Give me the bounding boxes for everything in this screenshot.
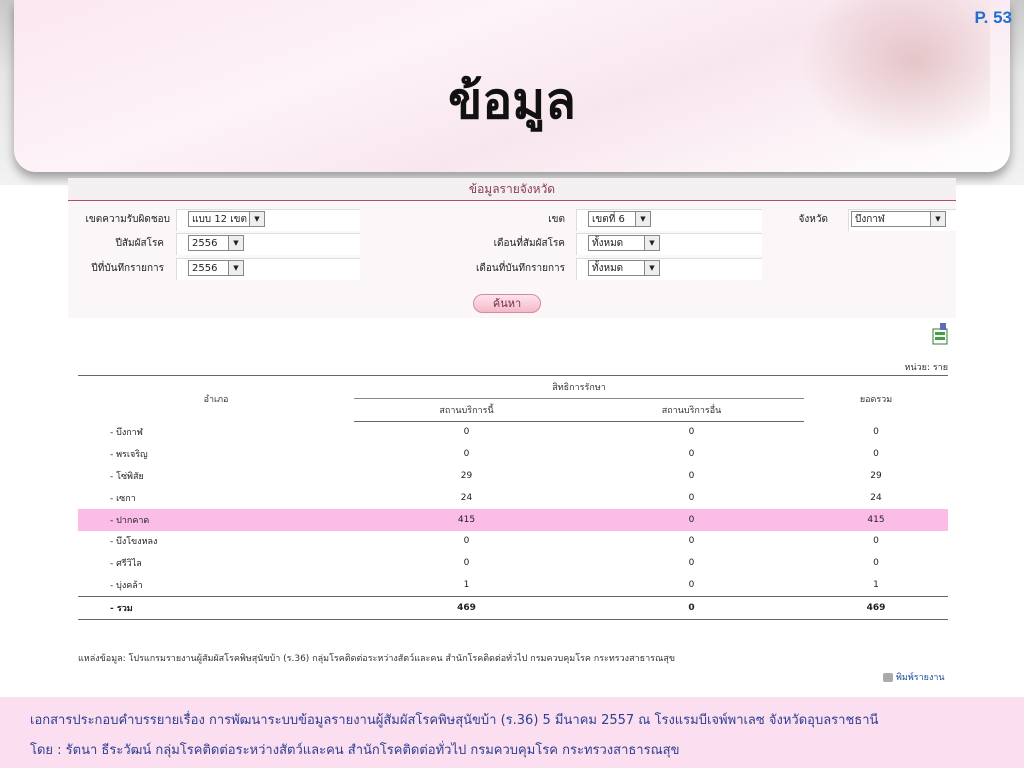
chevron-down-icon: ▼: [228, 261, 243, 275]
chevron-down-icon: ▼: [249, 212, 264, 226]
form-row-1: เขตความรับผิดชอบ แบบ 12 เขต ▼ เขต เขตที่ …: [68, 209, 956, 231]
table-row: - บึงกาฬ 0 0 0: [78, 421, 948, 443]
total-label: - รวม: [78, 595, 354, 620]
zone-resp-select[interactable]: แบบ 12 เขต ▼: [188, 211, 265, 227]
this-facility-count: 415: [354, 508, 579, 531]
other-facility-count: 0: [688, 580, 695, 591]
table-row: - พรเจริญ 0 0 0: [78, 443, 948, 465]
record-year-select[interactable]: 2556 ▼: [188, 260, 244, 276]
col-header-total: ยอดรวม: [859, 394, 893, 405]
footer-band: เอกสารประกอบคำบรรยายเรื่อง การพัฒนาระบบข…: [0, 697, 1024, 768]
chevron-down-icon: ▼: [228, 236, 243, 250]
unit-label: หน่วย: ราย: [904, 363, 948, 373]
record-year-value: 2556: [192, 263, 218, 274]
footer-line-1: เอกสารประกอบคำบรรยายเรื่อง การพัฒนาระบบข…: [30, 713, 879, 728]
this-facility-count: 0: [463, 449, 470, 460]
zone-value: เขตที่ 6: [592, 214, 625, 225]
data-table: อำเภอ สิทธิการรักษา ยอดรวม สถานบริการนี้…: [78, 375, 948, 620]
this-facility-count: 0: [463, 536, 470, 547]
record-year-label: ปีที่บันทึกรายการ: [91, 263, 164, 274]
print-report-label: พิมพ์รายงาน: [896, 673, 945, 683]
chevron-down-icon: ▼: [644, 261, 659, 275]
total-count: 415: [804, 508, 948, 531]
total-count: 0: [873, 427, 879, 438]
this-facility-count: 29: [460, 471, 473, 482]
chevron-down-icon: ▼: [635, 212, 650, 226]
exposure-year-value: 2556: [192, 238, 218, 249]
excel-export-icon[interactable]: [931, 323, 949, 345]
exposure-month-value: ทั้งหมด: [592, 238, 624, 249]
page-title: ข้อมูล: [448, 72, 576, 130]
table-row: - บึงโขงหลง 0 0 0: [78, 531, 948, 553]
other-facility-count: 0: [688, 427, 695, 438]
district-name: - เซกา: [110, 493, 136, 504]
total-count: 0: [873, 536, 879, 547]
district-name: - บึงโขงหลง: [110, 537, 158, 548]
table-row: - เซกา 24 0 24: [78, 487, 948, 509]
other-facility-count: 0: [688, 492, 695, 503]
col-header-district: อำเภอ: [203, 394, 229, 405]
province-value: บึงกาฬ: [855, 214, 885, 225]
other-facility-count: 0: [688, 471, 695, 482]
other-facility-count: 0: [579, 508, 804, 531]
zone-label: เขต: [548, 214, 565, 225]
total-count: 1: [873, 580, 879, 591]
total-count: 0: [873, 558, 879, 569]
other-facility-count: 0: [688, 558, 695, 569]
exposure-month-label: เดือนที่สัมผัสโรค: [493, 238, 565, 249]
district-name: - ศรีวิไล: [110, 559, 142, 570]
printer-icon: [883, 673, 893, 682]
this-facility-count: 0: [463, 427, 470, 438]
form-row-3: ปีที่บันทึกรายการ 2556 ▼ เดือนที่บันทึกรา…: [68, 258, 956, 280]
district-name: - บึงกาฬ: [110, 428, 143, 439]
district-name: - ปากคาด: [78, 508, 354, 531]
header-row-1: อำเภอ สิทธิการรักษา ยอดรวม: [78, 375, 948, 405]
total-count: 0: [873, 449, 879, 460]
data-source-note: แหล่งข้อมูล: โปรแกรมรายงานผู้สัมผัสโรคพิ…: [78, 654, 676, 664]
search-button[interactable]: ค้นหา: [473, 294, 541, 313]
zone-resp-label: เขตความรับผิดชอบ: [85, 214, 170, 225]
chevron-down-icon: ▼: [644, 236, 659, 250]
province-label: จังหวัด: [798, 214, 828, 225]
total-row: - รวม 469 0 469: [78, 595, 948, 620]
panel-title: ข้อมูลรายจังหวัด: [68, 178, 956, 201]
other-facility-count: 0: [688, 449, 695, 460]
total-count: 24: [870, 492, 882, 503]
total-other-facility: 0: [579, 595, 804, 620]
chevron-down-icon: ▼: [930, 212, 945, 226]
zone-resp-value: แบบ 12 เขต: [192, 214, 247, 225]
district-name: - บุ่งคล้า: [110, 581, 143, 592]
this-facility-count: 0: [463, 558, 470, 569]
province-select[interactable]: บึงกาฬ ▼: [851, 211, 946, 227]
table-row-highlighted: - ปากคาด 415 0 415: [78, 508, 948, 531]
other-facility-count: 0: [688, 536, 695, 547]
print-report-link[interactable]: พิมพ์รายงาน: [883, 670, 945, 684]
table-row: - ศรีวิไล 0 0 0: [78, 552, 948, 574]
record-month-select[interactable]: ทั้งหมด ▼: [588, 260, 660, 276]
zone-select[interactable]: เขตที่ 6 ▼: [588, 211, 651, 227]
col-header-this-facility: สถานบริการนี้: [354, 398, 579, 422]
page-number: P. 53: [974, 8, 1012, 27]
this-facility-count: 1: [463, 580, 470, 591]
table-row: - บุ่งคล้า 1 0 1: [78, 574, 948, 596]
footer-line-2: โดย : รัตนา ธีระวัฒน์ กลุ่มโรคติดต่อระหว…: [30, 743, 680, 758]
grand-total: 469: [804, 595, 948, 620]
total-this-facility: 469: [354, 595, 579, 620]
total-count: 29: [870, 471, 882, 482]
district-name: - โซ่พิสัย: [110, 472, 144, 483]
exposure-month-select[interactable]: ทั้งหมด ▼: [588, 235, 660, 251]
table-row: - โซ่พิสัย 29 0 29: [78, 465, 948, 487]
this-facility-count: 24: [460, 492, 473, 503]
col-header-other-facility: สถานบริการอื่น: [579, 398, 804, 422]
record-month-label: เดือนที่บันทึกรายการ: [475, 263, 565, 274]
district-name: - พรเจริญ: [110, 450, 148, 461]
record-month-value: ทั้งหมด: [592, 263, 624, 274]
exposure-year-select[interactable]: 2556 ▼: [188, 235, 244, 251]
col-header-rights: สิทธิการรักษา: [354, 375, 804, 399]
exposure-year-label: ปีสัมผัสโรค: [115, 238, 164, 249]
form-row-2: ปีสัมผัสโรค 2556 ▼ เดือนที่สัมผัสโรค ทั้ง…: [68, 233, 956, 255]
